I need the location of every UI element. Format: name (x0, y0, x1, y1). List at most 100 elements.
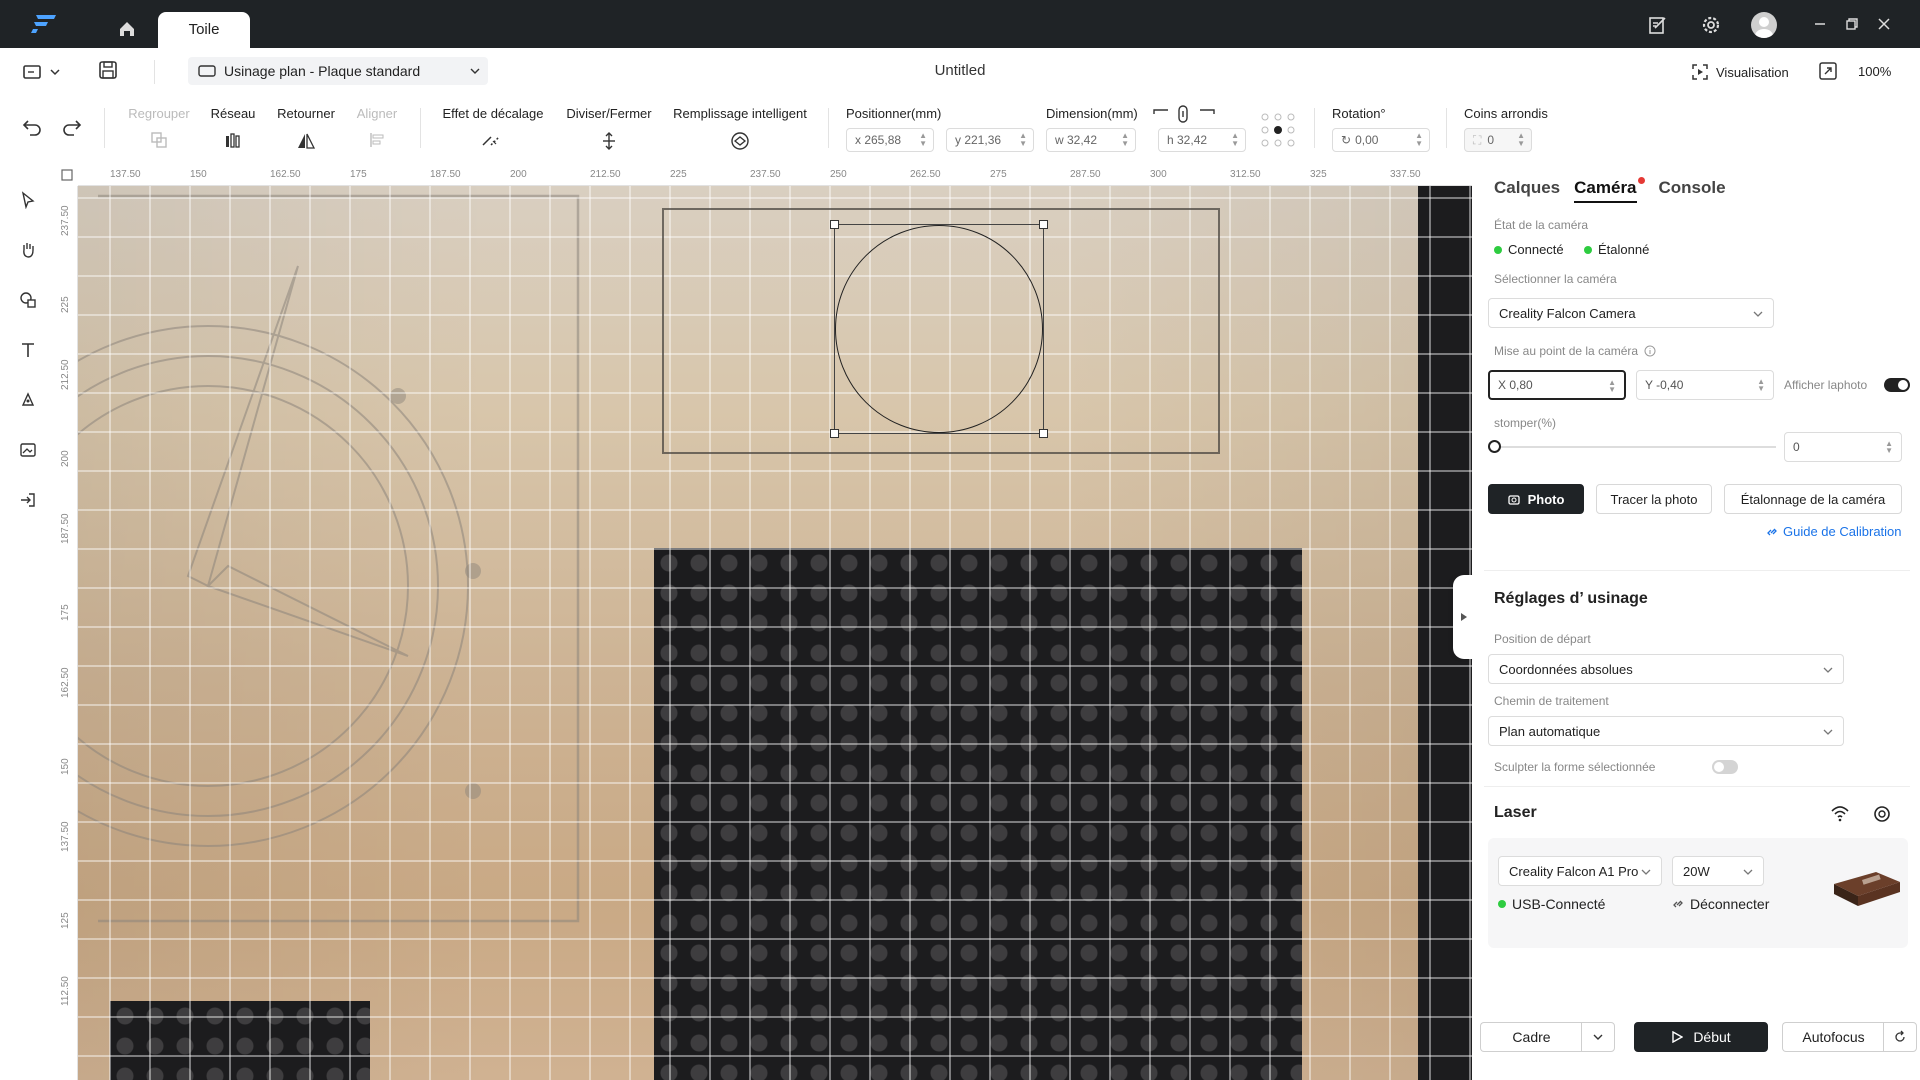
resize-handle[interactable] (830, 220, 839, 229)
settings-button[interactable] (1698, 12, 1724, 38)
rotation-input[interactable]: ↻ 0,00 ▲ ▼ (1332, 128, 1430, 152)
restore-button[interactable] (1840, 12, 1864, 36)
width-input[interactable]: w 32,42 ▲ ▼ (1046, 128, 1136, 152)
ruler-corner[interactable] (56, 164, 78, 186)
pen-tool[interactable] (16, 388, 40, 412)
laser-machine-select[interactable]: Creality Falcon A1 Pro (1498, 856, 1662, 886)
select-camera-label: Sélectionner la caméra (1494, 272, 1617, 286)
disconnect-button[interactable]: Déconnecter (1672, 896, 1769, 912)
shapes-tool[interactable] (16, 288, 40, 312)
laser-settings-button[interactable] (1872, 804, 1892, 827)
calibration-guide-link[interactable]: Guide de Calibration (1766, 524, 1902, 539)
tab-camera[interactable]: Caméra (1574, 178, 1636, 197)
fade-input[interactable]: 0 ▲ ▼ (1784, 432, 1902, 462)
undo-button[interactable] (22, 118, 42, 139)
rounded-corners-input[interactable]: ⛶ 0 ▲ ▼ (1464, 128, 1532, 152)
title-bar: Toile (0, 0, 1920, 48)
focus-y-input[interactable]: Y -0,40 ▲ ▼ (1636, 370, 1774, 400)
select-tool[interactable] (16, 188, 40, 212)
fade-slider-track[interactable] (1494, 446, 1776, 448)
hand-icon (23, 243, 34, 258)
edit-note-button[interactable] (1645, 12, 1671, 38)
redo-button[interactable] (62, 118, 82, 139)
photo-button[interactable]: Photo (1488, 484, 1584, 514)
minimize-button[interactable] (1808, 12, 1832, 36)
offset-tool[interactable]: Effet de décalage (440, 106, 546, 151)
fade-slider-thumb[interactable] (1488, 440, 1501, 453)
circle-shape[interactable] (835, 225, 1043, 433)
tab-camera-wrap[interactable]: Caméra (1574, 177, 1645, 198)
chevron-down-icon (470, 68, 480, 74)
frame-button[interactable]: Cadre (1480, 1022, 1582, 1052)
smart-fill-tool[interactable]: Remplissage intelligent (672, 106, 808, 151)
camera-select[interactable]: Creality Falcon Camera (1488, 298, 1774, 328)
status-dot (1498, 900, 1506, 908)
text-tool[interactable] (16, 338, 40, 362)
height-input[interactable]: h 32,42 ▲ ▼ (1158, 128, 1246, 152)
stepper-icon[interactable]: ▲ ▼ (1019, 132, 1027, 148)
zoom-level[interactable]: 100% (1858, 64, 1891, 79)
group-tool[interactable]: Regrouper (126, 106, 192, 151)
position-y-input[interactable]: y 221,36 ▲ ▼ (946, 128, 1034, 152)
processing-path-value: Plan automatique (1499, 723, 1601, 739)
array-tool[interactable]: Réseau (208, 106, 258, 151)
image-tool[interactable] (16, 438, 40, 462)
fullscreen-button[interactable] (1818, 61, 1840, 83)
open-file-menu[interactable] (22, 60, 66, 84)
anchor-point-selector[interactable] (1260, 112, 1296, 151)
toolbar-divider (154, 60, 155, 84)
stepper-icon[interactable]: ▲ ▼ (1231, 132, 1239, 148)
position-x-value: x 265,88 (855, 133, 902, 147)
home-button[interactable] (112, 14, 142, 44)
tab-calques[interactable]: Calques (1494, 178, 1560, 198)
restore-icon (1846, 18, 1858, 30)
sculpt-selected-toggle[interactable] (1712, 760, 1738, 774)
focus-x-input[interactable]: X 0,80 ▲ ▼ (1488, 370, 1626, 400)
processing-mode-select[interactable]: Usinage plan - Plaque standard (188, 57, 488, 85)
info-icon[interactable] (1644, 345, 1656, 357)
resize-handle[interactable] (1039, 220, 1048, 229)
workspace-canvas[interactable] (78, 186, 1472, 1080)
stepper-icon[interactable]: ▲ ▼ (919, 132, 927, 148)
align-tool[interactable]: Aligner (352, 106, 402, 151)
resize-handle[interactable] (1039, 429, 1048, 438)
save-button[interactable] (98, 60, 120, 82)
import-tool[interactable] (16, 488, 40, 512)
chevron-down-icon (1753, 311, 1763, 317)
panel-collapse-toggle[interactable] (1453, 575, 1475, 659)
stepper-icon[interactable]: ▲ ▼ (1517, 132, 1525, 148)
autofocus-reset-button[interactable] (1883, 1022, 1917, 1052)
stepper-icon[interactable]: ▲ ▼ (1757, 378, 1765, 393)
start-button[interactable]: Début (1634, 1022, 1768, 1052)
trace-photo-button[interactable]: Tracer la photo (1596, 484, 1712, 514)
stepper-icon[interactable]: ▲ ▼ (1121, 132, 1129, 148)
flip-tool[interactable]: Retourner (274, 106, 338, 151)
app-logo-icon (31, 15, 56, 33)
ruler-label: 262.50 (910, 169, 941, 180)
split-close-tool[interactable]: Diviser/Fermer (564, 106, 654, 151)
stepper-icon[interactable]: ▲ ▼ (1885, 440, 1893, 455)
tab-console[interactable]: Console (1659, 178, 1726, 198)
sculpt-selected-label: Sculpter la forme sélectionnée (1494, 760, 1656, 774)
processing-path-select[interactable]: Plan automatique (1488, 716, 1844, 746)
wifi-button[interactable] (1830, 804, 1850, 825)
autofocus-button[interactable]: Autofocus (1782, 1022, 1884, 1052)
resize-handle[interactable] (830, 429, 839, 438)
user-avatar[interactable] (1751, 12, 1777, 38)
tab-toile[interactable]: Toile (158, 12, 250, 48)
frame-options-button[interactable] (1581, 1022, 1615, 1052)
stepper-icon[interactable]: ▲ ▼ (1608, 379, 1616, 394)
selection-box[interactable] (830, 220, 1048, 438)
lock-ratio-button[interactable] (1152, 104, 1216, 127)
hand-tool[interactable] (16, 238, 40, 262)
laser-power-select[interactable]: 20W (1672, 856, 1764, 886)
usb-connection-status: USB-Connecté (1498, 896, 1605, 912)
camera-calibration-button[interactable]: Étalonnage de la caméra (1724, 484, 1902, 514)
stepper-icon[interactable]: ▲ ▼ (1415, 132, 1423, 148)
position-x-input[interactable]: x 265,88 ▲ ▼ (846, 128, 934, 152)
undo-icon (22, 120, 41, 136)
show-photo-toggle[interactable] (1884, 378, 1910, 392)
close-button[interactable] (1872, 12, 1896, 36)
start-position-select[interactable]: Coordonnées absolues (1488, 654, 1844, 684)
visualisation-button[interactable]: Visualisation (1690, 60, 1789, 84)
